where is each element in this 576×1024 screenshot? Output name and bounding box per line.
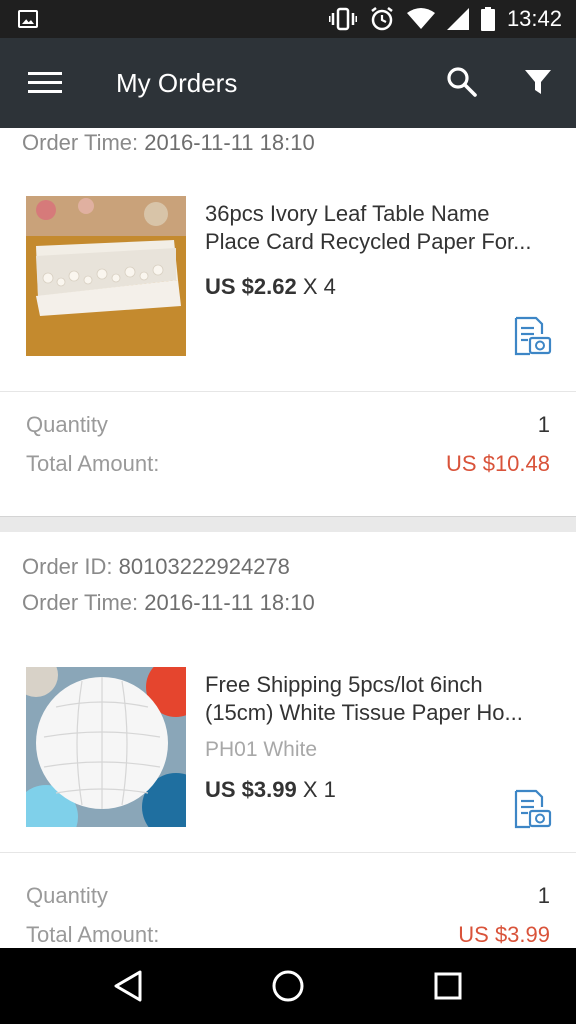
order-card: Order ID: 80103222924278 Order Time: 201…	[0, 532, 576, 948]
orders-list[interactable]: Order Time: 2016-11-11 18:10 36pcs Ivory…	[0, 128, 576, 948]
status-icons: 13:42	[328, 6, 562, 32]
order-id: Order ID: 80103222924278	[22, 554, 290, 579]
quantity-label: Quantity	[26, 412, 108, 437]
product-item[interactable]: Free Shipping 5pcs/lot 6inch (15cm) Whit…	[0, 667, 576, 867]
order-time: Order Time: 2016-11-11 18:10	[22, 130, 315, 155]
app-bar: My Orders	[0, 38, 576, 128]
filter-icon[interactable]	[524, 68, 552, 96]
home-icon[interactable]	[270, 968, 306, 1004]
recents-icon[interactable]	[430, 968, 466, 1004]
order-card: Order Time: 2016-11-11 18:10 36pcs Ivory…	[0, 128, 576, 516]
quantity-label: Quantity	[26, 883, 108, 908]
total-value: US $10.48	[446, 451, 550, 476]
product-thumbnail[interactable]	[26, 667, 186, 827]
battery-icon	[480, 7, 495, 31]
back-icon[interactable]	[110, 968, 146, 1004]
receipt-photo-icon[interactable]	[512, 316, 552, 356]
page-title: My Orders	[116, 68, 238, 98]
total-label: Total Amount:	[26, 922, 160, 947]
signal-icon	[446, 8, 469, 30]
wifi-icon	[406, 8, 435, 29]
product-item[interactable]: 36pcs Ivory Leaf Table Name Place Card R…	[0, 196, 576, 396]
status-bar: 13:42	[0, 0, 576, 38]
total-label: Total Amount:	[26, 451, 160, 476]
product-title[interactable]: Free Shipping 5pcs/lot 6inch (15cm) Whit…	[205, 671, 550, 727]
receipt-photo-icon[interactable]	[512, 789, 552, 829]
divider	[0, 852, 576, 853]
product-thumbnail[interactable]	[26, 196, 186, 356]
product-price: US $2.62 X 4	[205, 274, 336, 299]
order-time: Order Time: 2016-11-11 18:10	[22, 590, 315, 615]
vibrate-icon	[328, 7, 357, 31]
product-price: US $3.99 X 1	[205, 777, 336, 802]
status-time: 13:42	[506, 6, 562, 31]
card-separator	[0, 516, 576, 532]
product-title[interactable]: 36pcs Ivory Leaf Table Name Place Card R…	[205, 200, 550, 256]
search-icon[interactable]	[446, 66, 478, 98]
product-variant: PH01 White	[205, 738, 318, 761]
total-value: US $3.99	[458, 922, 550, 947]
system-nav-bar	[0, 948, 576, 1024]
alarm-icon	[371, 7, 393, 31]
quantity-value: 1	[537, 412, 550, 437]
image-icon	[18, 10, 38, 28]
menu-icon[interactable]	[28, 72, 62, 94]
quantity-value: 1	[537, 883, 550, 908]
divider	[0, 391, 576, 392]
